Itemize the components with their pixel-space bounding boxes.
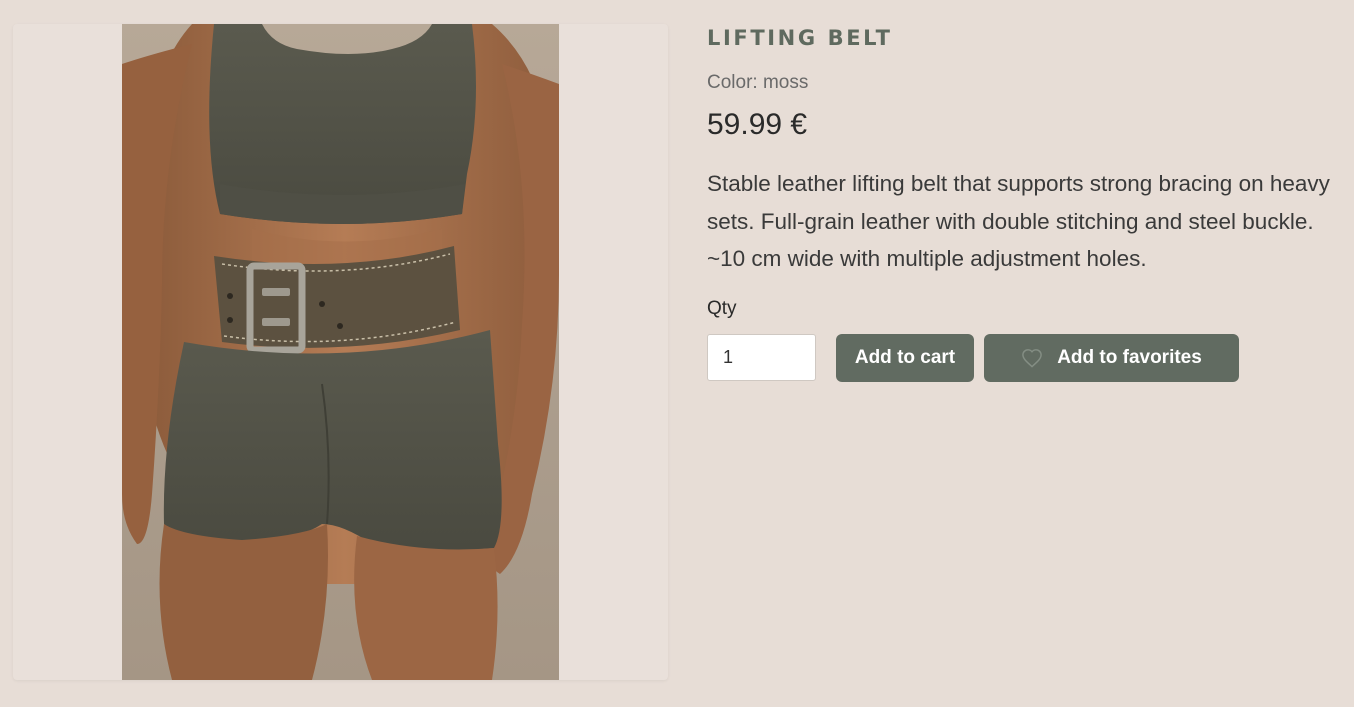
add-to-cart-label: Add to cart xyxy=(854,347,956,368)
add-to-favorites-button[interactable]: Add to favorites xyxy=(984,334,1239,382)
product-color: Color: moss xyxy=(707,72,809,93)
product-image xyxy=(122,24,559,680)
product-price: 59.99 € xyxy=(707,108,808,141)
product-gallery xyxy=(13,24,668,680)
qty-input[interactable] xyxy=(707,334,816,381)
product-description: Stable leather lifting belt that support… xyxy=(707,171,1330,271)
heart-outline-icon xyxy=(1021,348,1043,368)
qty-label: Qty xyxy=(707,298,737,319)
product-page: LIFTING BELT Color: moss 59.99 € Stable … xyxy=(0,0,1354,707)
add-to-cart-button[interactable]: Add to cart xyxy=(836,334,974,382)
add-to-favorites-label: Add to favorites xyxy=(1057,347,1202,368)
product-title: LIFTING BELT xyxy=(707,26,893,50)
